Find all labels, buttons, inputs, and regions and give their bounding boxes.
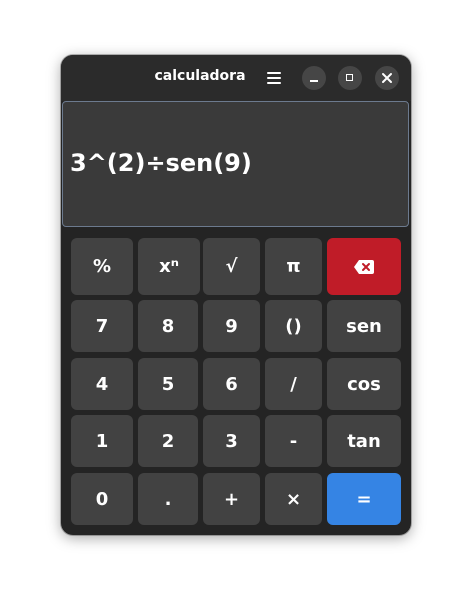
digit-9-button[interactable]: 9 <box>203 300 260 352</box>
maximize-button[interactable] <box>338 66 362 90</box>
minimize-button[interactable] <box>302 66 326 90</box>
close-icon <box>382 73 392 83</box>
digit-6-button[interactable]: 6 <box>203 358 260 410</box>
parentheses-button[interactable]: () <box>265 300 322 352</box>
digit-3-button[interactable]: 3 <box>203 415 260 467</box>
calculator-window: calculadora 3^(2)÷sen(9) % xⁿ √ π 7 8 9 … <box>61 55 411 535</box>
sqrt-button[interactable]: √ <box>203 238 260 295</box>
cos-button[interactable]: cos <box>327 358 401 410</box>
digit-4-button[interactable]: 4 <box>71 358 133 410</box>
sen-button[interactable]: sen <box>327 300 401 352</box>
digit-0-button[interactable]: 0 <box>71 473 133 525</box>
digit-1-button[interactable]: 1 <box>71 415 133 467</box>
tan-button[interactable]: tan <box>327 415 401 467</box>
expression-display[interactable]: 3^(2)÷sen(9) <box>62 101 409 227</box>
close-button[interactable] <box>375 66 399 90</box>
backspace-button[interactable] <box>327 238 401 295</box>
pi-button[interactable]: π <box>265 238 322 295</box>
digit-5-button[interactable]: 5 <box>138 358 198 410</box>
multiply-button[interactable]: × <box>265 473 322 525</box>
minimize-icon <box>310 80 318 82</box>
title-bar[interactable]: calculadora <box>61 55 411 101</box>
hamburger-menu-icon-line <box>267 82 281 84</box>
power-button[interactable]: xⁿ <box>138 238 200 295</box>
backspace-icon <box>354 259 374 274</box>
window-title: calculadora <box>154 68 246 84</box>
hamburger-menu-icon <box>267 72 281 74</box>
maximize-icon <box>346 74 353 81</box>
menu-button[interactable] <box>262 66 286 90</box>
divide-button[interactable]: / <box>265 358 322 410</box>
digit-7-button[interactable]: 7 <box>71 300 133 352</box>
hamburger-menu-icon-line <box>267 77 281 79</box>
expression-text: 3^(2)÷sen(9) <box>70 149 252 177</box>
decimal-point-button[interactable]: . <box>138 473 198 525</box>
digit-2-button[interactable]: 2 <box>138 415 198 467</box>
plus-button[interactable]: + <box>203 473 260 525</box>
percent-button[interactable]: % <box>71 238 133 295</box>
digit-8-button[interactable]: 8 <box>138 300 198 352</box>
equals-button[interactable]: = <box>327 473 401 525</box>
minus-button[interactable]: - <box>265 415 322 467</box>
keypad: % xⁿ √ π 7 8 9 () sen 4 5 6 / cos 1 2 3 … <box>71 238 401 526</box>
